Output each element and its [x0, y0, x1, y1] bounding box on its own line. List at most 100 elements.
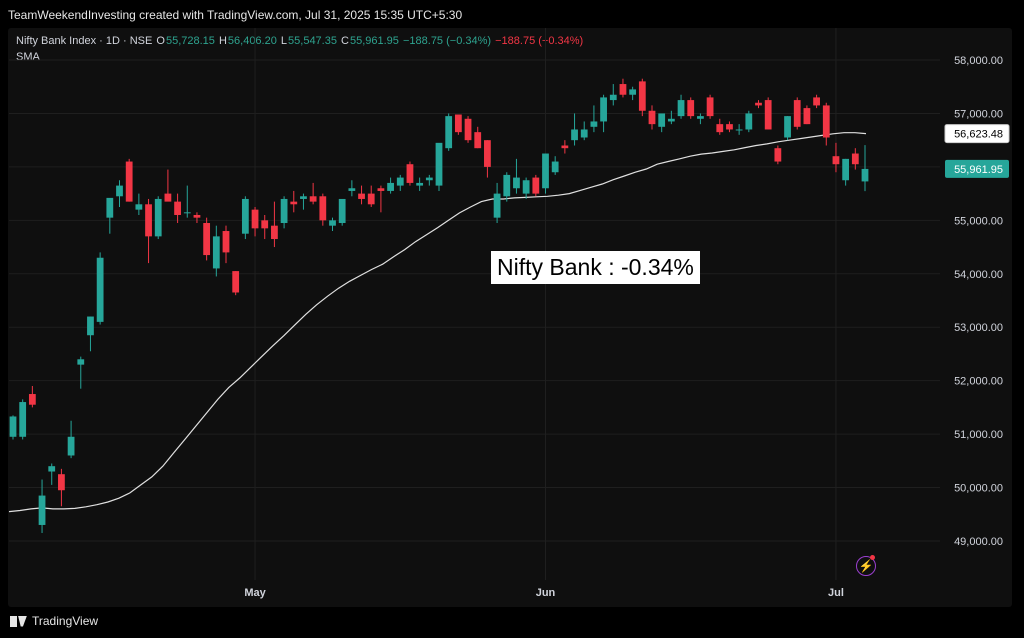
candle-body[interactable]	[125, 161, 133, 202]
candle-body[interactable]	[174, 201, 181, 215]
candle-body[interactable]	[271, 225, 278, 240]
candle-body[interactable]	[726, 124, 733, 130]
candle-body[interactable]	[609, 94, 617, 101]
candle-body[interactable]	[784, 116, 791, 138]
candle-body[interactable]	[106, 197, 114, 218]
candle-body[interactable]	[667, 118, 675, 122]
candle-body[interactable]	[135, 204, 143, 210]
candle-body[interactable]	[319, 196, 327, 221]
candle-body[interactable]	[793, 100, 801, 127]
candle-body[interactable]	[241, 198, 249, 234]
candle-body[interactable]	[232, 271, 240, 293]
candle-body[interactable]	[425, 177, 433, 181]
y-tick-label: 50,000.00	[954, 483, 1003, 495]
candle-body[interactable]	[755, 102, 762, 106]
candle-body[interactable]	[9, 416, 17, 437]
candle-body[interactable]	[193, 214, 201, 218]
candle-body[interactable]	[832, 156, 840, 165]
candle-body[interactable]	[416, 182, 424, 186]
candle-body[interactable]	[822, 105, 830, 138]
candle-body[interactable]	[658, 113, 666, 127]
candle-body[interactable]	[48, 466, 56, 472]
candle-body[interactable]	[222, 231, 230, 253]
candle-body[interactable]	[861, 168, 869, 182]
candle-body[interactable]	[377, 188, 385, 191]
candle-body[interactable]	[706, 97, 714, 117]
candle-body[interactable]	[474, 132, 482, 149]
candle-body[interactable]	[851, 153, 859, 165]
candle-body[interactable]	[648, 110, 656, 125]
candle-body[interactable]	[251, 209, 259, 229]
candle-body[interactable]	[145, 204, 152, 237]
candle-body[interactable]	[203, 223, 211, 256]
brand-label: TradingView	[32, 614, 99, 628]
tradingview-logo-icon	[10, 615, 27, 627]
candle-body[interactable]	[813, 97, 820, 106]
notification-dot	[870, 555, 875, 560]
candle-body[interactable]	[493, 193, 501, 218]
candle-body[interactable]	[735, 129, 743, 131]
y-tick-label: 54,000.00	[954, 269, 1003, 281]
candle-body[interactable]	[590, 121, 598, 127]
candle-body[interactable]	[96, 257, 104, 322]
candle-body[interactable]	[38, 495, 46, 525]
candle-body[interactable]	[309, 196, 317, 202]
candle-body[interactable]	[629, 89, 637, 95]
candle-body[interactable]	[551, 161, 559, 173]
candle-body[interactable]	[154, 198, 162, 237]
candle-body[interactable]	[561, 145, 569, 149]
last-price-label: 55,961.95	[954, 164, 1003, 176]
candle-body[interactable]	[697, 116, 704, 119]
candle-body[interactable]	[212, 236, 220, 269]
candle-body[interactable]	[687, 100, 695, 117]
candle-body[interactable]	[445, 116, 453, 149]
footer-brand[interactable]: TradingView	[10, 614, 98, 628]
candle-body[interactable]	[329, 220, 336, 226]
candle-body[interactable]	[280, 198, 288, 224]
candle-body[interactable]	[464, 118, 472, 141]
sma-line[interactable]	[8, 132, 867, 513]
candle-body[interactable]	[503, 174, 511, 197]
candle-body[interactable]	[454, 114, 462, 133]
candle-body[interactable]	[513, 177, 520, 189]
candle-body[interactable]	[164, 193, 172, 202]
candle-body[interactable]	[745, 113, 753, 130]
candle-body[interactable]	[19, 402, 27, 437]
candle-body[interactable]	[367, 193, 375, 205]
candle-body[interactable]	[484, 140, 491, 167]
y-tick-label: 51,000.00	[954, 429, 1003, 441]
candle-body[interactable]	[358, 193, 365, 199]
candle-body[interactable]	[580, 129, 588, 138]
candle-body[interactable]	[348, 188, 356, 191]
candle-body[interactable]	[842, 158, 850, 181]
candle-body[interactable]	[571, 129, 578, 141]
candle-body[interactable]	[522, 180, 530, 194]
candle-body[interactable]	[338, 198, 346, 224]
candle-body[interactable]	[300, 196, 307, 199]
candle-body[interactable]	[183, 212, 191, 214]
candle-body[interactable]	[542, 153, 549, 189]
candle-body[interactable]	[77, 359, 85, 365]
candle-body[interactable]	[387, 182, 394, 191]
candle-body[interactable]	[28, 394, 36, 405]
candle-body[interactable]	[532, 177, 540, 194]
candle-body[interactable]	[261, 220, 269, 229]
candle-body[interactable]	[600, 97, 607, 122]
candle-body[interactable]	[58, 474, 65, 491]
candle-body[interactable]	[67, 436, 75, 456]
candle-body[interactable]	[290, 201, 298, 205]
candle-body[interactable]	[116, 185, 123, 197]
candle-body[interactable]	[396, 177, 404, 186]
candle-body[interactable]	[716, 124, 724, 133]
candle-body[interactable]	[619, 84, 627, 95]
candle-body[interactable]	[406, 164, 414, 183]
candle-body[interactable]	[677, 100, 685, 117]
candle-body[interactable]	[803, 108, 811, 125]
candle-body[interactable]	[638, 81, 646, 111]
x-tick-label: Jun	[536, 587, 556, 599]
candle-body[interactable]	[87, 316, 94, 336]
candle-body[interactable]	[774, 148, 782, 162]
price-chart[interactable]: MayJunJulAug58,000.0057,000.0056,000.005…	[0, 0, 1024, 638]
candle-body[interactable]	[435, 142, 443, 186]
candle-body[interactable]	[764, 100, 772, 130]
